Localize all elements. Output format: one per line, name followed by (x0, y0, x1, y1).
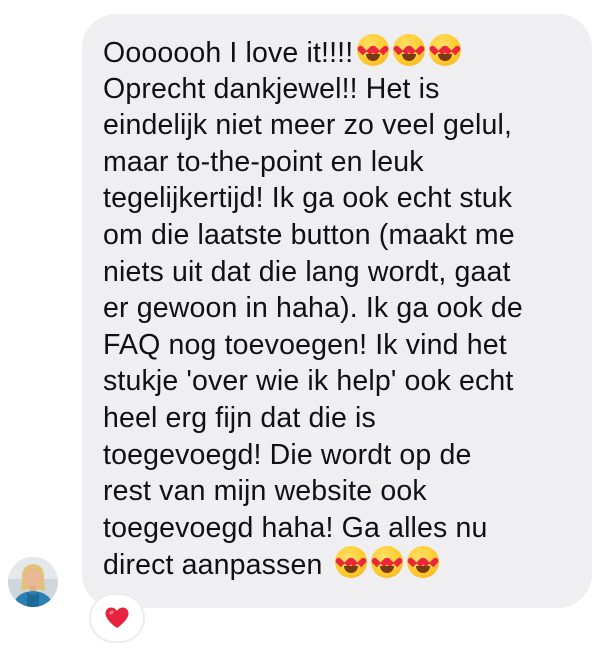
message-line: FAQ nog toevoegen! Ik vind het (103, 328, 507, 361)
message-line: niets uit dat die lang wordt, gaat (103, 255, 511, 288)
heart-eyes-emoji-icon (370, 546, 403, 579)
message-line: eindelijk niet meer zo veel gelul, (103, 109, 513, 142)
heart-eyes-emoji-icon (357, 34, 390, 66)
message-line: toegevoegd! Die wordt op de (103, 438, 472, 471)
message-text: Ooooooh I love it!!!! (103, 37, 354, 69)
sender-avatar[interactable] (8, 557, 58, 607)
message-bubble[interactable]: Ooooooh I love it!!!! Oprecht dankjewel!… (82, 14, 592, 608)
message-line: direct aanpassen (103, 546, 574, 583)
red-heart-icon (105, 607, 129, 628)
message-text: direct aanpassen (103, 549, 323, 582)
heart-eyes-emoji-icon (334, 546, 367, 579)
message-line: heel erg fijn dat die is (103, 401, 376, 434)
message-line: maar to-the-point en leuk (103, 145, 424, 178)
message-line: rest van mijn website ook (103, 475, 427, 508)
message-line: er gewoon in haha). Ik ga ook de (103, 292, 523, 325)
heart-eyes-emoji-icon (406, 546, 439, 579)
message-line: Oprecht dankjewel!! Het is (103, 72, 440, 105)
heart-eyes-emoji-icon (393, 34, 426, 66)
message-line: Ooooooh I love it!!!! (103, 34, 574, 71)
profile-photo-icon (8, 557, 58, 607)
message-line: om die laatste button (maakt me (103, 218, 515, 251)
heart-eyes-emoji-icon (429, 34, 462, 66)
message-line: toegevoegd haha! Ga alles nu (103, 511, 488, 544)
message-line: tegelijkertijd! Ik ga ook echt stuk (103, 182, 513, 215)
message-line: stukje 'over wie ik help' ook echt (103, 365, 514, 398)
reaction-badge[interactable] (91, 595, 143, 641)
